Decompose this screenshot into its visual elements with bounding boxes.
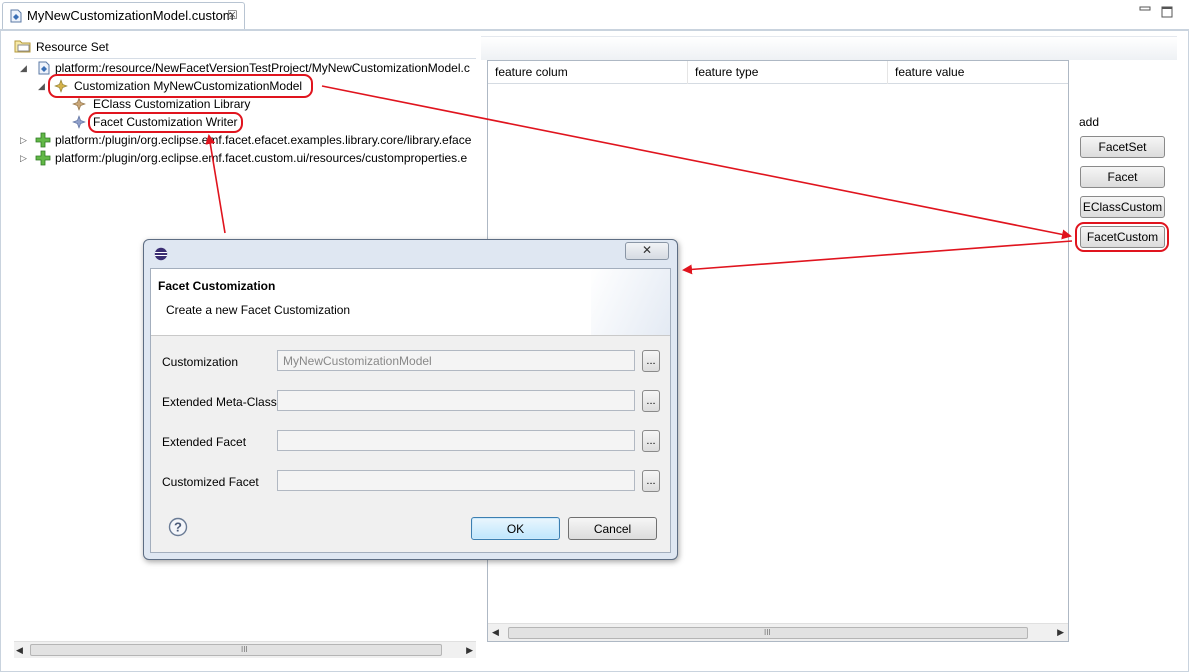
extended-facet-label: Extended Facet bbox=[162, 435, 247, 449]
extended-facet-browse-button[interactable]: ... bbox=[642, 430, 660, 452]
editor-tab-bar: MyNewCustomizationModel.custom ☒ bbox=[0, 0, 1189, 30]
tree-item-label: platform:/plugin/org.eclipse.emf.facet.e… bbox=[55, 133, 472, 147]
facet-star-icon bbox=[72, 115, 86, 129]
table-toolbar-strip bbox=[481, 36, 1177, 60]
tree-item-label: Customization MyNewCustomizationModel bbox=[74, 79, 303, 93]
table-horizontal-scrollbar[interactable]: ◀ III ▶ bbox=[488, 623, 1068, 641]
plugin-icon bbox=[35, 132, 51, 148]
model-file-icon bbox=[38, 61, 50, 75]
tree-item-label: EClass Customization Library bbox=[93, 97, 251, 111]
expand-arrow-icon[interactable]: ▷ bbox=[20, 131, 27, 149]
customization-field[interactable] bbox=[277, 350, 635, 371]
customized-facet-label: Customized Facet bbox=[162, 475, 259, 489]
table-header: feature colum feature type feature value bbox=[488, 61, 1068, 84]
dialog-subtitle: Create a new Facet Customization bbox=[166, 303, 351, 317]
customization-star-icon bbox=[72, 97, 86, 111]
tree-item-label: Facet Customization Writer bbox=[93, 115, 238, 129]
column-header-feature-colum[interactable]: feature colum bbox=[488, 61, 688, 84]
model-file-icon bbox=[10, 9, 22, 23]
scroll-thumb[interactable]: III bbox=[508, 627, 1028, 639]
extended-meta-class-label: Extended Meta-Class bbox=[162, 395, 277, 409]
add-facetcustom-button[interactable]: FacetCustom bbox=[1080, 226, 1165, 248]
eclipse-icon bbox=[154, 247, 168, 261]
dialog-title: Facet Customization bbox=[158, 279, 276, 293]
maximize-icon[interactable] bbox=[1160, 5, 1174, 19]
column-header-feature-type[interactable]: feature type bbox=[688, 61, 888, 84]
customized-facet-field[interactable] bbox=[277, 470, 635, 491]
add-eclasscustom-button[interactable]: EClassCustom bbox=[1080, 196, 1165, 218]
resource-set-icon bbox=[14, 40, 31, 53]
cancel-button[interactable]: Cancel bbox=[568, 517, 657, 540]
customized-facet-browse-button[interactable]: ... bbox=[642, 470, 660, 492]
scroll-left-icon[interactable]: ◀ bbox=[16, 645, 23, 656]
scroll-right-icon[interactable]: ▶ bbox=[466, 645, 473, 656]
extended-meta-class-field[interactable] bbox=[277, 390, 635, 411]
resource-set-label: Resource Set bbox=[36, 40, 109, 54]
help-icon[interactable]: ? bbox=[168, 517, 188, 537]
scroll-thumb[interactable]: III bbox=[30, 644, 442, 656]
extended-facet-field[interactable] bbox=[277, 430, 635, 451]
scroll-right-icon[interactable]: ▶ bbox=[1057, 627, 1064, 638]
ok-button[interactable]: OK bbox=[471, 517, 560, 540]
scroll-grip: III bbox=[764, 628, 771, 637]
dialog-banner: Facet Customization Create a new Facet C… bbox=[151, 269, 670, 336]
expand-arrow-icon[interactable]: ▷ bbox=[20, 149, 27, 167]
tree-item-label: platform:/plugin/org.eclipse.emf.facet.c… bbox=[55, 151, 468, 165]
facet-customization-dialog[interactable]: ✕ Facet Customization Create a new Facet… bbox=[143, 239, 678, 560]
add-facet-button[interactable]: Facet bbox=[1080, 166, 1165, 188]
minimize-icon[interactable] bbox=[1138, 5, 1152, 17]
close-tab-icon[interactable]: ☒ bbox=[227, 8, 238, 22]
editor-tab-title: MyNewCustomizationModel.custom bbox=[27, 8, 234, 23]
editor-tab[interactable]: MyNewCustomizationModel.custom ☒ bbox=[2, 2, 245, 29]
scroll-left-icon[interactable]: ◀ bbox=[492, 627, 499, 638]
add-label: add bbox=[1079, 115, 1100, 129]
extended-meta-class-browse-button[interactable]: ... bbox=[642, 390, 660, 412]
plugin-icon bbox=[35, 150, 51, 166]
customization-browse-button[interactable]: ... bbox=[642, 350, 660, 372]
banner-decoration bbox=[591, 269, 670, 335]
scroll-grip: III bbox=[241, 645, 248, 654]
collapse-arrow-icon[interactable]: ◢ bbox=[20, 59, 27, 77]
customization-label: Customization bbox=[162, 355, 239, 369]
add-facetset-button[interactable]: FacetSet bbox=[1080, 136, 1165, 158]
collapse-arrow-icon[interactable]: ◢ bbox=[38, 77, 45, 95]
tree-horizontal-scrollbar[interactable]: ◀ III ▶ bbox=[14, 641, 476, 658]
dialog-close-button[interactable]: ✕ bbox=[625, 242, 669, 260]
dialog-content: Facet Customization Create a new Facet C… bbox=[150, 268, 671, 553]
column-header-feature-value[interactable]: feature value bbox=[888, 61, 1068, 84]
customization-star-icon bbox=[54, 79, 68, 93]
tree-item-label: platform:/resource/NewFacetVersionTestPr… bbox=[55, 61, 470, 75]
help-icon-glyph: ? bbox=[174, 520, 182, 535]
